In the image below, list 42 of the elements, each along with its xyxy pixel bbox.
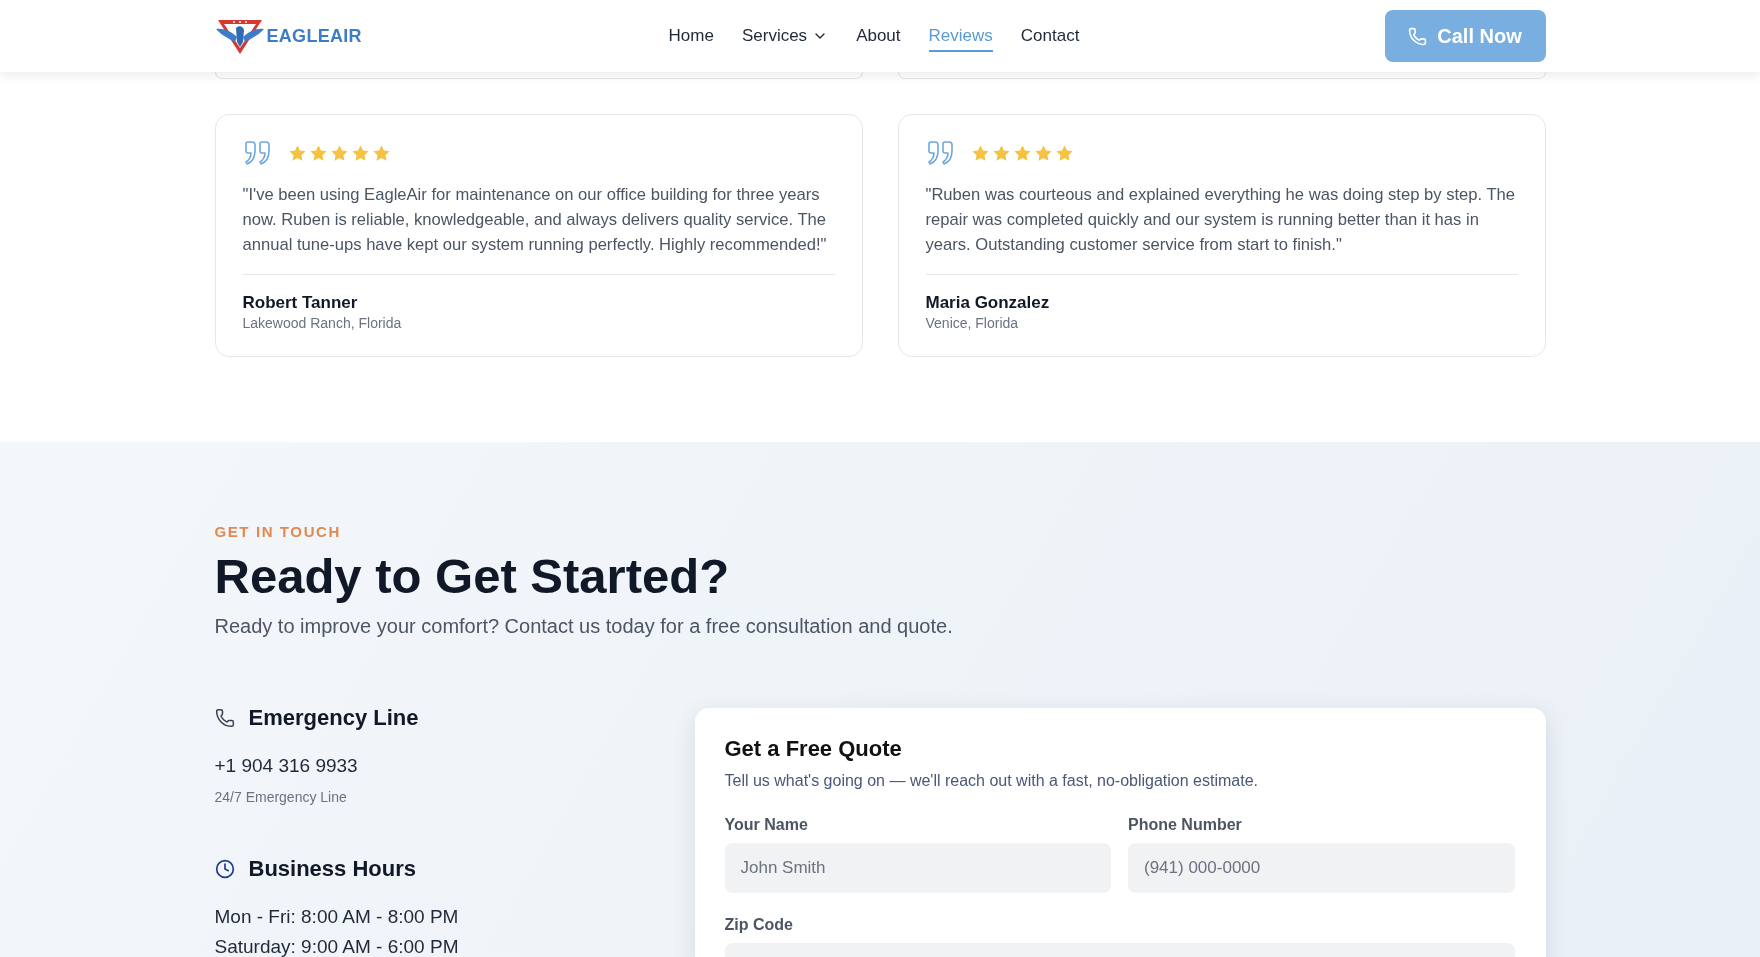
reviewer-location: Venice, Florida [925, 314, 1020, 332]
nav-link[interactable]: About [856, 25, 901, 52]
info-text: +1 904 316 9933 [214, 756, 359, 776]
logo-text[interactable]: EAGLEAIR [266, 25, 362, 47]
reviewer-location: Lakewood Ranch, Florida [242, 314, 403, 332]
review-text: "I've been using EagleAir for maintenance on our office building for three years now. Ruben is reliable, knowledgeable, and always delivers quality service. The annual tune-ups have kept our system running perfectly. Highly recommended!" [242, 184, 828, 256]
star-icon [308, 143, 328, 163]
star-icon [287, 143, 307, 163]
star-icon [350, 143, 370, 163]
field-label: Phone Number [1128, 815, 1243, 835]
star-icon [329, 143, 349, 163]
phone-icon [1408, 26, 1428, 46]
info-heading: Business Hours [248, 855, 416, 883]
quote-icon [925, 140, 955, 166]
nav-link[interactable]: Contact [1020, 25, 1080, 52]
star-icon [991, 143, 1011, 163]
star-icon [371, 143, 391, 163]
section-eyebrow: GET IN TOUCH [214, 523, 342, 541]
reviewer-name: Robert Tanner [242, 292, 359, 314]
field-label: Your Name [724, 815, 809, 835]
star-icon [970, 143, 990, 163]
nav-link[interactable]: Services [741, 25, 829, 52]
star-icon [1054, 143, 1074, 163]
info-heading: Emergency Line [248, 704, 419, 732]
input-field[interactable]: (941) 000-0000 [1128, 843, 1515, 893]
info-note: 24/7 Emergency Line [214, 788, 348, 807]
clock-icon [214, 859, 235, 879]
quote-icon [242, 140, 272, 166]
nav-link[interactable]: Home [668, 25, 714, 52]
star-icon [1033, 143, 1053, 163]
info-text: Saturday: 9:00 AM - 6:00 PM [214, 937, 460, 957]
form-title: Get a Free Quote [724, 735, 903, 763]
star-icon [1012, 143, 1032, 163]
phone-icon [214, 708, 235, 728]
form-subtitle: Tell us what's going on — we'll reach out with a fast, no-obligation estimate. [724, 771, 1259, 791]
section-subtitle: Ready to improve your comfort? Contact us today for a free consultation and quote. [214, 614, 954, 639]
reviewer-name: Maria Gonzalez [925, 292, 1051, 314]
info-text: Mon - Fri: 8:00 AM - 8:00 PM [214, 907, 460, 927]
review-text: "Ruben was courteous and explained everything he was doing step by step. The repair was completed quickly and our system is running better than it has in years. Outstanding customer service from start to finish." [925, 184, 1516, 256]
input-field[interactable]: John Smith [724, 843, 1111, 893]
section-title: Ready to Get Started? [214, 548, 731, 605]
field-label: Zip Code [724, 915, 794, 935]
